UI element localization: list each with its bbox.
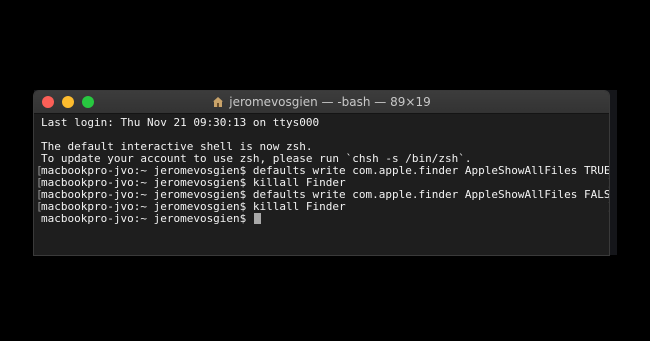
terminal-output[interactable]: Last login: Thu Nov 21 09:30:13 on ttys0… — [34, 114, 609, 225]
terminal-line: Last login: Thu Nov 21 09:30:13 on ttys0… — [41, 117, 609, 129]
mark-bracket-right: ] — [607, 201, 609, 213]
title-bar[interactable]: jeromevosgien — -bash — 89×19 — [34, 91, 609, 114]
terminal-line-text: Last login: Thu Nov 21 09:30:13 on ttys0… — [41, 116, 320, 129]
window-title-group: jeromevosgien — -bash — 89×19 — [34, 91, 609, 113]
shell-prompt: macbookpro-jvo:~ jeromevosgien$ — [41, 212, 253, 225]
text-cursor — [253, 213, 261, 224]
window-title: jeromevosgien — -bash — 89×19 — [229, 95, 431, 109]
home-folder-icon — [213, 97, 224, 107]
terminal-window[interactable]: jeromevosgien — -bash — 89×19 Last login… — [34, 91, 609, 255]
terminal-prompt-line[interactable]: macbookpro-jvo:~ jeromevosgien$ — [41, 213, 609, 225]
